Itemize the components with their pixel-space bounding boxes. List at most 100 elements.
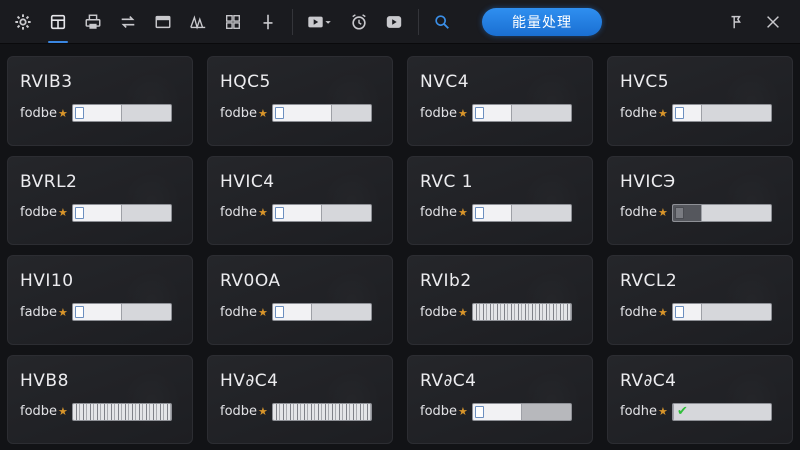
star-icon: ★ (458, 106, 468, 120)
grid-view-icon[interactable] (41, 5, 75, 43)
star-icon: ★ (58, 106, 68, 120)
star-icon: ★ (458, 305, 468, 319)
level-slider[interactable] (472, 303, 572, 321)
checkmark-icon: ✔ (677, 403, 688, 419)
level-slider[interactable] (472, 104, 572, 122)
device-tile[interactable]: BVRL2 fodbe★ (7, 155, 193, 245)
level-slider[interactable] (672, 303, 772, 321)
play-icon[interactable] (377, 5, 411, 39)
star-icon: ★ (58, 305, 68, 319)
level-slider[interactable] (472, 203, 572, 222)
device-tile[interactable]: RVIB3 fodbe★ (7, 56, 193, 146)
slider-handle[interactable] (675, 306, 684, 318)
star-icon: ★ (658, 206, 668, 219)
slider-handle[interactable] (275, 306, 284, 318)
tile-meter-row: fodbe★ (420, 303, 580, 321)
tile-title: RV∂C4 (620, 370, 677, 391)
tile-meter-row: fodhe★ (220, 203, 380, 222)
level-slider[interactable] (672, 104, 772, 122)
tile-label-text: fodbe (420, 105, 458, 121)
level-slider[interactable] (72, 303, 172, 321)
layout-grid-icon (226, 14, 240, 29)
tile-meter-row: fodbe★ (20, 402, 180, 421)
slider-handle[interactable] (275, 206, 284, 219)
slider-handle[interactable] (675, 107, 684, 119)
tile-label: fadbe★ (20, 305, 72, 320)
slider-handle[interactable] (475, 107, 484, 119)
pin-window-icon[interactable] (718, 5, 754, 39)
pin-icon[interactable] (251, 5, 285, 39)
slider-handle[interactable] (475, 206, 484, 219)
level-slider[interactable] (472, 402, 572, 421)
device-tile[interactable]: HVICЭ fodhe★ (607, 155, 793, 245)
slider-handle[interactable] (75, 206, 84, 219)
slider-handle[interactable] (475, 405, 484, 418)
star-icon: ★ (258, 206, 268, 219)
level-slider[interactable]: ✔ (672, 402, 772, 421)
tile-label-text: fodbe (220, 105, 258, 121)
device-tile[interactable]: HVIC4 fodhe★ (207, 155, 393, 245)
toolbar: 能量处理 (0, 0, 800, 44)
level-slider[interactable] (272, 402, 372, 421)
tile-title: RV∂C4 (420, 370, 477, 391)
tile-meter-row: fodhe★ (420, 203, 580, 222)
tile-title: HVICЭ (620, 171, 676, 192)
close-icon[interactable] (755, 5, 791, 39)
search-icon[interactable] (425, 5, 459, 39)
flag-pin-icon (731, 15, 741, 28)
tile-title: BVRL2 (20, 171, 78, 192)
level-slider[interactable] (272, 104, 372, 122)
play-video-icon (386, 15, 402, 28)
tile-title: HVI10 (20, 271, 74, 291)
slider-handle[interactable] (75, 306, 84, 318)
tile-title: HVIC4 (220, 171, 275, 192)
tile-label: fodbe★ (20, 106, 72, 121)
slider-handle[interactable] (75, 107, 84, 119)
tile-meter-row: fodbe★ (220, 104, 380, 122)
device-tile[interactable]: RV∂C4 fodbe★ (407, 354, 593, 444)
level-slider[interactable] (672, 203, 772, 222)
device-tile[interactable]: RV0OA fodhe★ (207, 255, 393, 345)
timer-icon[interactable] (342, 5, 376, 39)
slider-handle[interactable] (675, 206, 684, 219)
star-icon: ★ (258, 305, 268, 319)
window-frame-icon (155, 15, 171, 28)
tile-label-text: fodbe (220, 404, 258, 419)
tile-label-text: fodhe (220, 304, 258, 320)
tile-meter-row: fodhe★ (620, 303, 780, 321)
device-tile[interactable]: HVB8 fodbe★ (7, 354, 193, 444)
video-dropdown-button[interactable] (299, 5, 341, 39)
level-slider[interactable] (272, 203, 372, 222)
waveform-icon[interactable] (181, 5, 215, 39)
layout-icon[interactable] (216, 5, 250, 39)
energy-process-button[interactable]: 能量处理 (482, 7, 602, 36)
tile-label: fodhe★ (420, 205, 472, 220)
device-tile[interactable]: HV∂C4 fodbe★ (207, 354, 393, 444)
star-icon: ★ (458, 206, 468, 219)
magnifier-icon (435, 14, 449, 29)
slider-handle[interactable] (275, 107, 284, 119)
tile-label: fodbe★ (220, 106, 272, 121)
level-slider[interactable] (72, 203, 172, 222)
device-tile[interactable]: RVIb2 fodbe★ (407, 255, 593, 345)
settings-gear-icon[interactable] (6, 5, 40, 39)
tile-label: fodbe★ (420, 305, 472, 320)
level-slider[interactable] (272, 303, 372, 321)
device-tile[interactable]: HVC5 fodhe★ (607, 56, 793, 146)
device-tile[interactable]: RV∂C4 fodhe★ ✔ (607, 354, 793, 444)
device-tile[interactable]: RVCL2 fodhe★ (607, 255, 793, 345)
device-tile[interactable]: HQC5 fodbe★ (207, 56, 393, 146)
tile-label: fodhe★ (620, 305, 672, 320)
device-tile[interactable]: HVI10 fadbe★ (7, 255, 193, 345)
window-icon[interactable] (146, 5, 180, 39)
device-tile[interactable]: RVC 1 fodhe★ (407, 155, 593, 245)
level-slider[interactable] (72, 402, 172, 421)
tile-meter-row: fodbe★ (20, 203, 180, 222)
tile-meter-row: fodbe★ (420, 402, 580, 421)
tile-label-text: fodbe (20, 404, 58, 419)
level-slider[interactable] (72, 104, 172, 122)
device-tile[interactable]: NVC4 fodbe★ (407, 56, 593, 146)
tile-title: HV∂C4 (220, 370, 279, 391)
swap-arrows-icon[interactable] (111, 5, 145, 39)
printer-icon[interactable] (76, 5, 110, 39)
